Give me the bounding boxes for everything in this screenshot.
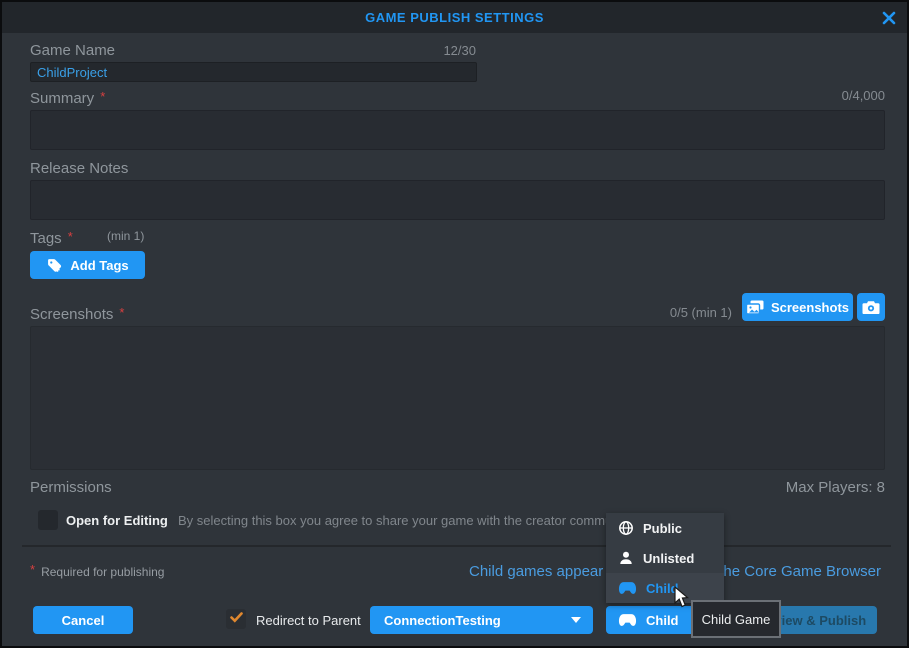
capture-screenshot-button[interactable] bbox=[857, 293, 885, 321]
menu-item-label: Public bbox=[643, 521, 682, 536]
close-icon[interactable] bbox=[879, 8, 899, 28]
visibility-value: Child bbox=[646, 613, 679, 628]
parent-game-value: ConnectionTesting bbox=[384, 613, 501, 628]
gamepad-icon bbox=[618, 581, 637, 595]
required-note: *Required for publishing bbox=[30, 562, 164, 579]
menu-item-unlisted[interactable]: Unlisted bbox=[606, 543, 724, 573]
globe-icon bbox=[618, 520, 634, 536]
menu-item-child[interactable]: Child bbox=[606, 573, 724, 603]
screenshots-button[interactable]: Screenshots bbox=[742, 293, 853, 321]
chevron-down-icon bbox=[571, 617, 581, 623]
release-notes-label: Release Notes bbox=[30, 160, 128, 177]
tag-plus-icon bbox=[46, 257, 63, 274]
child-games-link-right[interactable]: the Core Game Browser bbox=[719, 563, 881, 580]
visibility-menu: Public Unlisted Child bbox=[606, 513, 724, 603]
summary-textarea[interactable] bbox=[30, 110, 885, 150]
open-for-editing-checkbox[interactable] bbox=[38, 510, 58, 530]
dialog-title: GAME PUBLISH SETTINGS bbox=[2, 10, 907, 25]
camera-icon bbox=[862, 300, 880, 315]
max-players-value: Max Players: 8 bbox=[30, 479, 885, 496]
menu-item-public[interactable]: Public bbox=[606, 513, 724, 543]
summary-counter: 0/4,000 bbox=[30, 88, 885, 103]
game-name-input[interactable] bbox=[30, 62, 477, 82]
screenshots-button-label: Screenshots bbox=[771, 300, 849, 315]
game-publish-settings-dialog: GAME PUBLISH SETTINGS Game Name 12/30 Su… bbox=[0, 0, 909, 648]
required-note-asterisk: * bbox=[30, 562, 35, 577]
child-games-link-left[interactable]: Child games appear bbox=[469, 563, 603, 580]
tags-required-asterisk: * bbox=[68, 229, 73, 244]
cancel-button-label: Cancel bbox=[62, 613, 105, 628]
parent-game-select[interactable]: ConnectionTesting bbox=[370, 606, 593, 634]
screenshots-required-asterisk: * bbox=[119, 305, 124, 320]
footer-divider bbox=[22, 545, 891, 547]
gamepad-icon bbox=[618, 613, 637, 627]
image-stack-icon bbox=[746, 300, 764, 315]
menu-item-label: Unlisted bbox=[643, 551, 694, 566]
add-tags-label: Add Tags bbox=[70, 258, 128, 273]
screenshots-counter: 0/5 (min 1) bbox=[562, 305, 732, 320]
cancel-button[interactable]: Cancel bbox=[33, 606, 133, 634]
dialog-titlebar: GAME PUBLISH SETTINGS bbox=[2, 2, 907, 33]
tags-min-hint: (min 1) bbox=[107, 229, 144, 243]
mouse-cursor bbox=[674, 586, 690, 614]
check-icon bbox=[230, 610, 243, 628]
editing-agreement-text: By selecting this box you agree to share… bbox=[178, 513, 633, 528]
game-name-counter: 12/30 bbox=[30, 43, 476, 58]
release-notes-textarea[interactable] bbox=[30, 180, 885, 220]
redirect-to-parent-label: Redirect to Parent bbox=[256, 613, 361, 628]
screenshots-dropzone[interactable] bbox=[30, 326, 885, 470]
open-for-editing-label: Open for Editing bbox=[66, 513, 168, 528]
child-game-tooltip: Child Game bbox=[691, 600, 781, 638]
add-tags-button[interactable]: Add Tags bbox=[30, 251, 145, 279]
person-icon bbox=[618, 550, 634, 566]
redirect-to-parent-checkbox[interactable] bbox=[226, 609, 246, 629]
screenshots-label: Screenshots* bbox=[30, 305, 124, 323]
tooltip-text: Child Game bbox=[702, 612, 771, 627]
tags-label: Tags* bbox=[30, 229, 73, 247]
